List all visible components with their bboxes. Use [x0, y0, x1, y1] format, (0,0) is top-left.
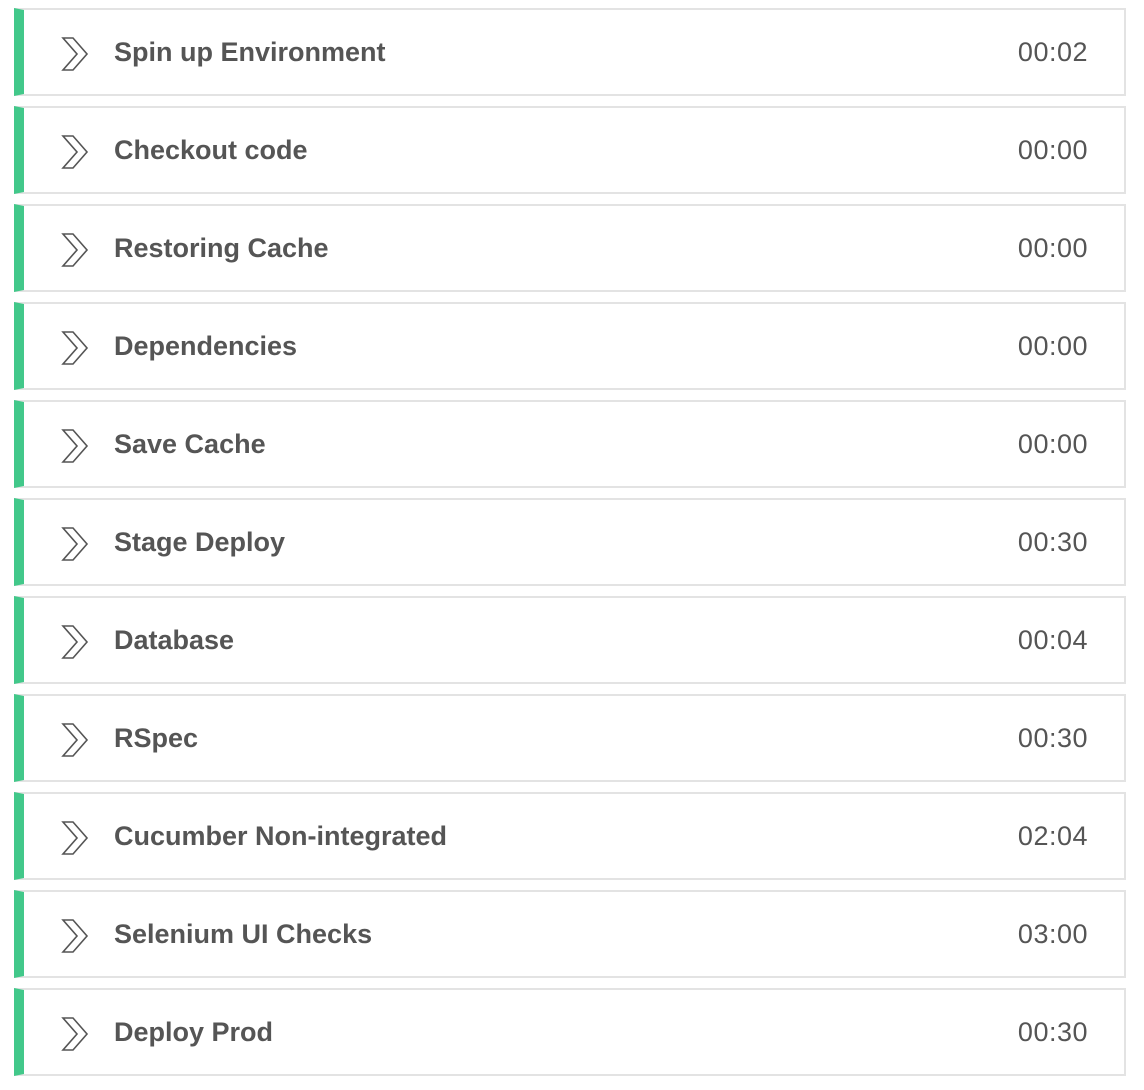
step-name: Checkout code	[114, 135, 308, 165]
chevron-right-icon[interactable]	[60, 1016, 90, 1052]
chevron-right-icon[interactable]	[60, 330, 90, 366]
step-name: Dependencies	[114, 331, 298, 361]
step-duration: 00:00	[1017, 135, 1088, 165]
step-row-spin-up-environment[interactable]: Spin up Environment 00:02	[14, 8, 1126, 96]
step-name: Selenium UI Checks	[114, 919, 373, 949]
chevron-right-icon[interactable]	[60, 36, 90, 72]
step-row-deploy-prod[interactable]: Deploy Prod 00:30	[14, 988, 1126, 1076]
chevron-right-icon[interactable]	[60, 526, 90, 562]
step-row-selenium-ui-checks[interactable]: Selenium UI Checks 03:00	[14, 890, 1126, 978]
step-name: Cucumber Non-integrated	[114, 821, 448, 851]
step-duration: 00:30	[1017, 723, 1088, 753]
chevron-right-icon[interactable]	[60, 820, 90, 856]
step-name: Spin up Environment	[114, 37, 386, 67]
step-duration: 00:30	[1017, 527, 1088, 557]
step-duration: 00:00	[1017, 233, 1088, 263]
step-name: Stage Deploy	[114, 527, 286, 557]
step-row-stage-deploy[interactable]: Stage Deploy 00:30	[14, 498, 1126, 586]
step-row-dependencies[interactable]: Dependencies 00:00	[14, 302, 1126, 390]
chevron-right-icon[interactable]	[60, 232, 90, 268]
chevron-right-icon[interactable]	[60, 722, 90, 758]
step-name: Restoring Cache	[114, 233, 329, 263]
step-name: RSpec	[114, 723, 199, 753]
step-name: Save Cache	[114, 429, 266, 459]
build-step-list: Spin up Environment 00:02 Checkout code …	[14, 8, 1126, 1086]
step-name: Database	[114, 625, 235, 655]
step-name: Deploy Prod	[114, 1017, 274, 1047]
step-duration: 00:02	[1017, 37, 1088, 67]
step-duration: 00:00	[1017, 331, 1088, 361]
step-duration: 03:00	[1017, 919, 1088, 949]
step-duration: 00:04	[1017, 625, 1088, 655]
chevron-right-icon[interactable]	[60, 624, 90, 660]
step-row-save-cache[interactable]: Save Cache 00:00	[14, 400, 1126, 488]
step-row-checkout-code[interactable]: Checkout code 00:00	[14, 106, 1126, 194]
step-row-cucumber-non-integrated[interactable]: Cucumber Non-integrated 02:04	[14, 792, 1126, 880]
step-duration: 00:00	[1017, 429, 1088, 459]
step-row-restoring-cache[interactable]: Restoring Cache 00:00	[14, 204, 1126, 292]
step-row-rspec[interactable]: RSpec 00:30	[14, 694, 1126, 782]
chevron-right-icon[interactable]	[60, 918, 90, 954]
chevron-right-icon[interactable]	[60, 428, 90, 464]
chevron-right-icon[interactable]	[60, 134, 90, 170]
step-row-database[interactable]: Database 00:04	[14, 596, 1126, 684]
step-duration: 00:30	[1017, 1017, 1088, 1047]
step-duration: 02:04	[1017, 821, 1088, 851]
